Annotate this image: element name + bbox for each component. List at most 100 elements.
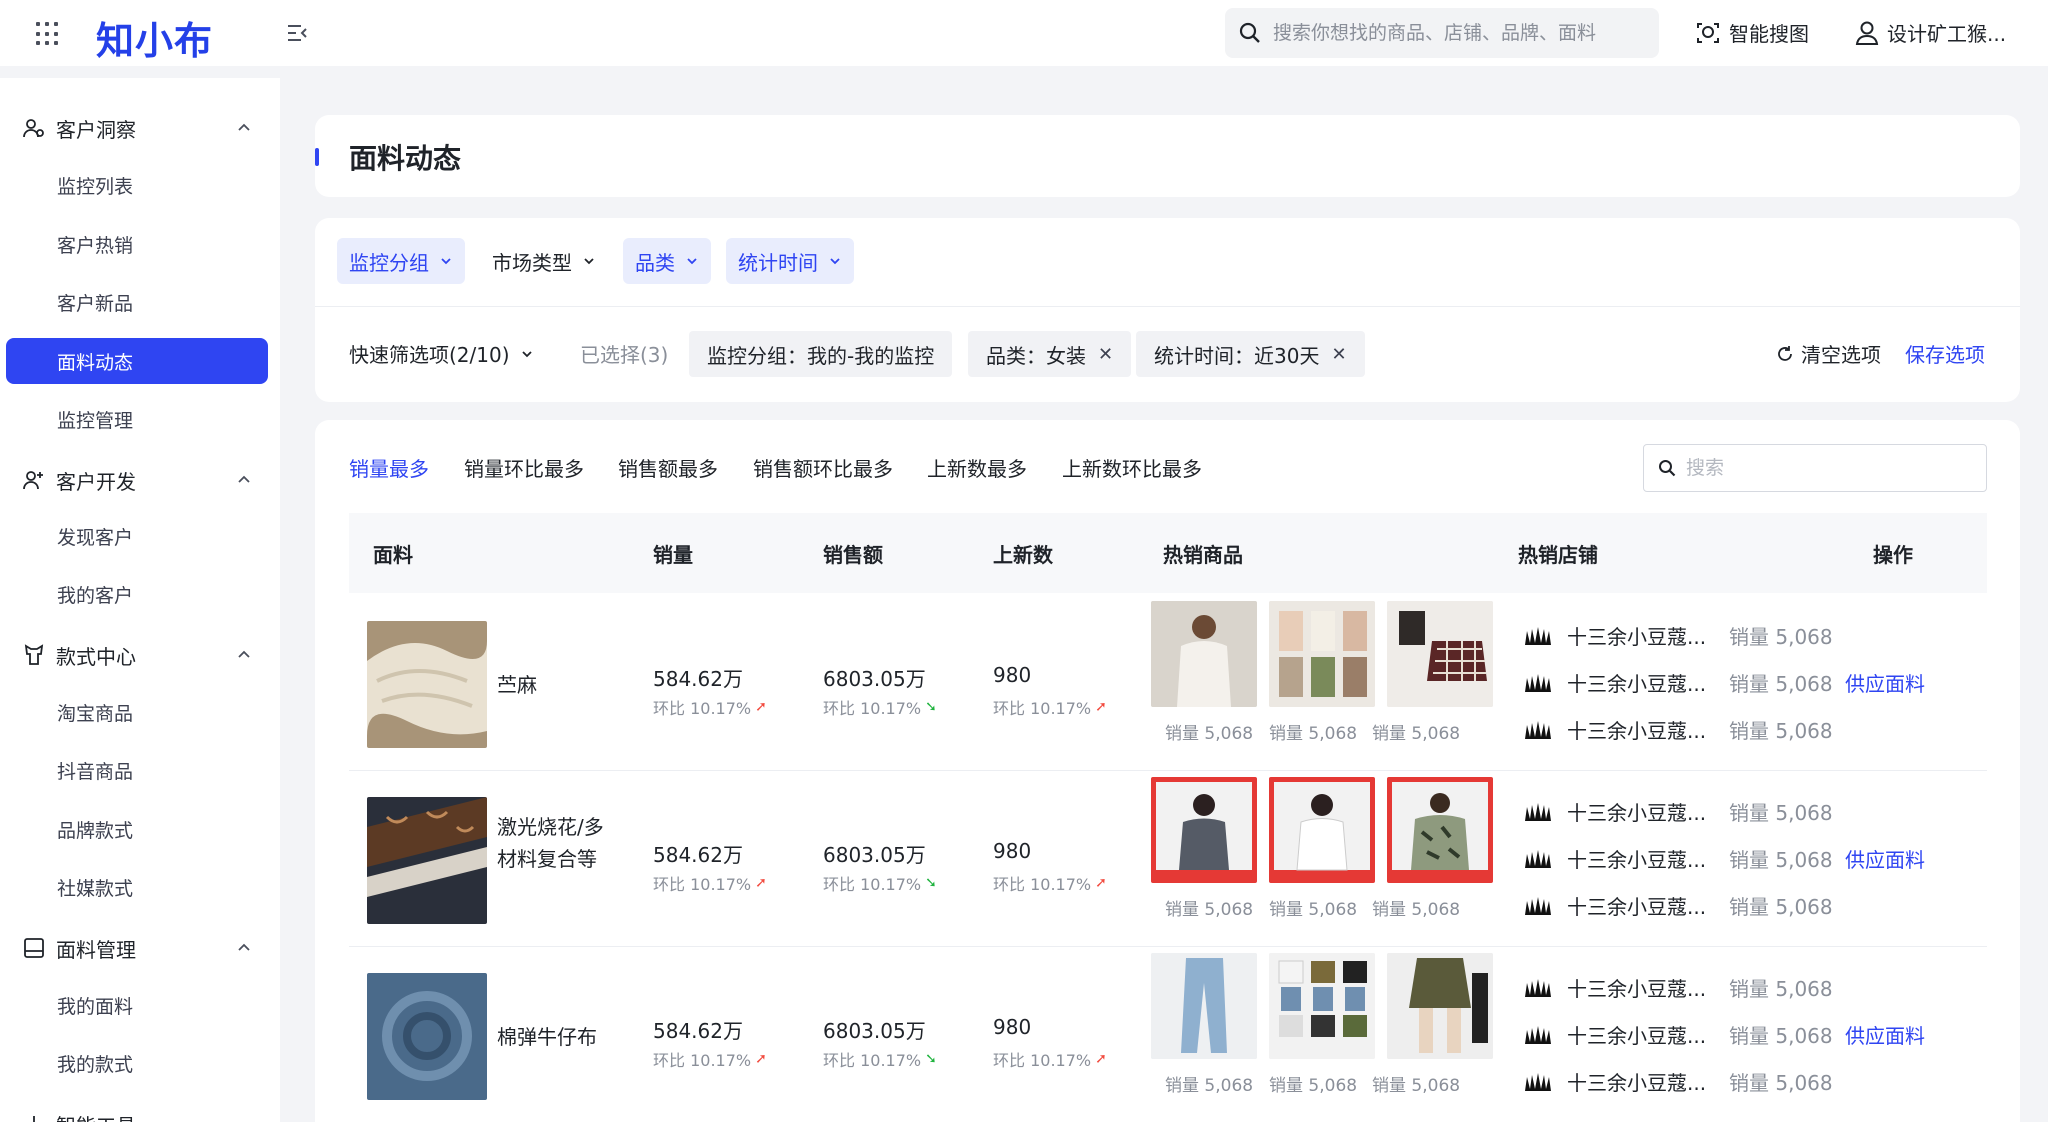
sidebar-item-discover-customer[interactable]: 发现客户 [0, 513, 280, 559]
chevron-up-icon[interactable] [236, 647, 252, 663]
sidebar-item-customer-hot[interactable]: 客户热销 [0, 221, 280, 267]
hot-shop[interactable]: 十三余小豆蔻... 销量 5,068 [1523, 891, 1833, 920]
product-sales: 销量 5,068 [1372, 900, 1461, 920]
hot-shop[interactable]: 十三余小豆蔻... 销量 5,068 [1523, 844, 1833, 873]
shop-name: 十三余小豆蔻... [1567, 895, 1707, 919]
fabric-name: 苎麻 [497, 673, 537, 697]
table-search[interactable] [1643, 444, 1987, 492]
sidebar-item-my-styles[interactable]: 我的款式 [0, 1040, 280, 1086]
filter-market-type[interactable]: 市场类型 [480, 238, 608, 284]
shop-logo-icon [1525, 1025, 1551, 1044]
filter-category[interactable]: 品类 [623, 238, 711, 284]
app-logo[interactable]: 知小布 [96, 10, 213, 65]
hot-shop[interactable]: 十三余小豆蔻... 销量 5,068 [1523, 797, 1833, 826]
sidebar-item-monitor-list[interactable]: 监控列表 [0, 162, 280, 208]
clear-options-button[interactable]: 清空选项 [1775, 339, 1881, 368]
sales-value: 584.62万 [653, 667, 743, 691]
tab-sales-most[interactable]: 销量最多 [349, 453, 429, 482]
tab-new-change-most[interactable]: 上新数环比最多 [1062, 453, 1202, 482]
search-icon [1239, 22, 1260, 43]
shop-sales: 销量 5,068 [1729, 625, 1833, 649]
chevron-down-icon [830, 258, 840, 265]
fabric-thumbnail[interactable] [367, 973, 487, 1100]
fabric-manage-icon [24, 938, 44, 958]
sidebar-item-my-fabric[interactable]: 我的面料 [0, 982, 280, 1028]
change-label: 环比 10.17% [823, 1051, 922, 1070]
hot-shop[interactable]: 十三余小豆蔻... 销量 5,068 [1523, 973, 1833, 1002]
filter-tag-category: 品类：女装 ✕ [968, 331, 1132, 377]
image-search-button[interactable]: 智能搜图 [1695, 18, 1809, 47]
sidebar-item-social-styles[interactable]: 社媒款式 [0, 864, 280, 910]
product-thumbnail[interactable] [1387, 953, 1493, 1059]
supply-fabric-link[interactable]: 供应面料 [1845, 668, 1925, 697]
product-sales: 销量 5,068 [1165, 1076, 1254, 1096]
fabric-thumbnail[interactable] [367, 797, 487, 924]
nav-group-customer-dev[interactable]: 客户开发 [0, 460, 280, 500]
sidebar-item-fabric-dynamics[interactable]: 面料动态 [6, 338, 268, 384]
product-sales: 销量 5,068 [1165, 900, 1254, 920]
chevron-up-icon[interactable] [236, 940, 252, 956]
tab-sales-change-most[interactable]: 销量环比最多 [464, 453, 584, 482]
supply-fabric-link[interactable]: 供应面料 [1845, 1020, 1925, 1049]
product-thumbnail[interactable] [1151, 953, 1257, 1059]
page-title: 面料动态 [349, 142, 462, 175]
chevron-down-icon [687, 258, 697, 265]
close-icon[interactable]: ✕ [1331, 344, 1346, 365]
new-count-value: 980 [993, 663, 1032, 687]
chevron-up-icon[interactable] [236, 120, 252, 136]
tab-revenue-change-most[interactable]: 销售额环比最多 [753, 453, 893, 482]
global-search-input[interactable] [1273, 22, 1643, 44]
table-search-input[interactable] [1686, 457, 1976, 479]
product-thumbnail[interactable] [1387, 777, 1493, 883]
sidebar-item-douyin-products[interactable]: 抖音商品 [0, 747, 280, 793]
collapse-menu-icon[interactable] [286, 22, 308, 44]
close-icon[interactable]: ✕ [1098, 344, 1113, 365]
product-thumbnail[interactable] [1387, 601, 1493, 707]
nav-group-fabric-manage[interactable]: 面料管理 [0, 928, 280, 968]
hot-shop[interactable]: 十三余小豆蔻... 销量 5,068 [1523, 1020, 1833, 1049]
filter-stat-time[interactable]: 统计时间 [726, 238, 854, 284]
sales-change: 环比 10.17% ➚ [653, 695, 767, 719]
new-count-value: 980 [993, 839, 1032, 863]
shop-logo-icon [1525, 978, 1551, 997]
fabric-thumbnail[interactable] [367, 621, 487, 748]
sales-value: 584.62万 [653, 1019, 743, 1043]
tab-new-most[interactable]: 上新数最多 [927, 453, 1027, 482]
sidebar-item-my-customer[interactable]: 我的客户 [0, 571, 280, 617]
shop-logo-icon [1525, 673, 1551, 692]
hot-shop[interactable]: 十三余小豆蔻... 销量 5,068 [1523, 621, 1833, 650]
global-search[interactable] [1225, 8, 1659, 58]
nav-group-style-center[interactable]: 款式中心 [0, 635, 280, 675]
sidebar-item-monitor-manage[interactable]: 监控管理 [0, 396, 280, 442]
user-menu[interactable]: 设计矿工猴... [1855, 18, 2006, 47]
product-thumbnail[interactable] [1151, 601, 1257, 707]
apps-grid-icon[interactable] [36, 22, 60, 46]
fabric-name: 激光烧花/多材料复合等 [497, 815, 604, 871]
shop-logo-icon [1525, 849, 1551, 868]
sidebar-item-customer-new[interactable]: 客户新品 [0, 279, 280, 325]
hot-shop[interactable]: 十三余小豆蔻... 销量 5,068 [1523, 668, 1833, 697]
hot-shop[interactable]: 十三余小豆蔻... 销量 5,068 [1523, 715, 1833, 744]
sales-value: 584.62万 [653, 843, 743, 867]
quick-filter-dropdown[interactable]: 快速筛选项(2/10) [349, 339, 534, 368]
sidebar-item-brand-styles[interactable]: 品牌款式 [0, 806, 280, 852]
product-thumbnail[interactable] [1269, 601, 1375, 707]
chevron-up-icon[interactable] [236, 472, 252, 488]
shop-sales: 销量 5,068 [1729, 1024, 1833, 1048]
change-label: 环比 10.17% [653, 875, 752, 894]
sidebar-item-taobao-products[interactable]: 淘宝商品 [0, 689, 280, 735]
hot-shop[interactable]: 十三余小豆蔻... 销量 5,068 [1523, 1067, 1833, 1096]
product-thumbnail[interactable] [1269, 953, 1375, 1059]
product-thumbnail[interactable] [1151, 777, 1257, 883]
revenue-value: 6803.05万 [823, 843, 926, 867]
save-options-button[interactable]: 保存选项 [1905, 339, 1985, 368]
new-count-change: 环比 10.17% ➚ [993, 871, 1107, 895]
filter-monitor-group[interactable]: 监控分组 [337, 238, 465, 284]
revenue-change: 环比 10.17% ➘ [823, 1047, 937, 1071]
shop-sales: 销量 5,068 [1729, 977, 1833, 1001]
nav-group-customer-insight[interactable]: 客户洞察 [0, 108, 280, 148]
product-thumbnail[interactable] [1269, 777, 1375, 883]
nav-group-smart-tools[interactable]: 智能工具 [0, 1104, 280, 1122]
tab-revenue-most[interactable]: 销售额最多 [618, 453, 718, 482]
supply-fabric-link[interactable]: 供应面料 [1845, 844, 1925, 873]
